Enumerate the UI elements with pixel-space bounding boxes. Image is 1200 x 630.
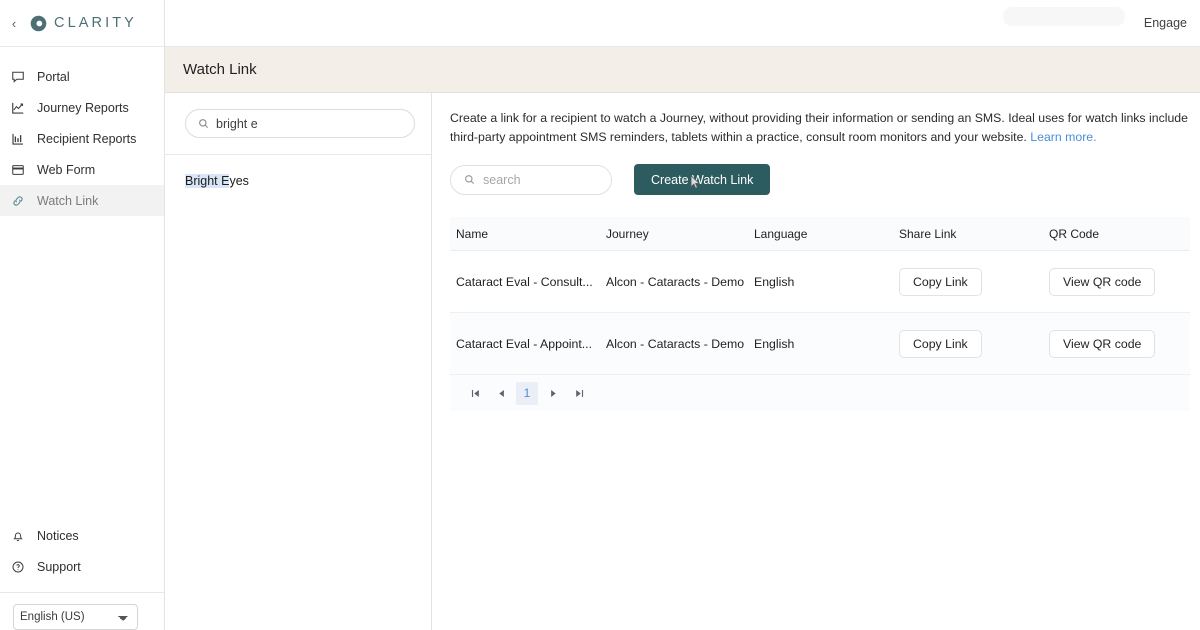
cell-language: English — [754, 336, 795, 351]
brand-logo[interactable]: CLARITY — [30, 15, 137, 32]
list-item-label-highlight: Bright E — [185, 174, 230, 188]
copy-link-button[interactable]: Copy Link — [899, 329, 982, 358]
sidebar-nav: Portal Journey Reports Recipient Reports… — [0, 47, 164, 216]
engage-menu[interactable]: Engage — [1144, 16, 1187, 30]
eye-circle-logo-icon — [30, 15, 47, 31]
sidebar-item-recipient-reports[interactable]: Recipient Reports — [0, 123, 164, 154]
page-first-icon[interactable] — [464, 382, 486, 404]
sidebar-item-portal[interactable]: Portal — [0, 61, 164, 92]
watch-link-search-input[interactable] — [483, 172, 598, 187]
sidebar-item-watch-link[interactable]: Watch Link — [0, 185, 164, 216]
account-search-input[interactable] — [216, 116, 402, 131]
table-row[interactable]: Cataract Eval - Consult... Alcon - Catar… — [450, 251, 1190, 313]
watch-link-search-box[interactable] — [450, 164, 612, 195]
content-toolbar: Create Watch Link — [450, 164, 1200, 195]
language-selector-wrap: English (US) — [0, 592, 164, 630]
cell-share-link: Copy Link — [893, 267, 1043, 296]
page-next-icon[interactable] — [542, 382, 564, 404]
table-pagination: 1 — [450, 375, 1190, 411]
sidebar-item-label: Notices — [37, 528, 79, 543]
sidebar-item-label: Web Form — [37, 162, 96, 177]
account-results-list: Bright Eyes — [165, 155, 431, 190]
cell-journey: Alcon - Cataracts - Demo — [606, 336, 745, 351]
watch-links-table: Name Journey Language Share Link QR Code… — [450, 217, 1190, 411]
list-item[interactable]: Bright Eyes — [165, 172, 431, 190]
table-header-row: Name Journey Language Share Link QR Code — [450, 217, 1190, 251]
sidebar-item-web-form[interactable]: Web Form — [0, 154, 164, 185]
column-header-qr-code: QR Code — [1049, 226, 1100, 241]
sidebar-item-notices[interactable]: Notices — [0, 520, 164, 551]
sidebar-item-journey-reports[interactable]: Journey Reports — [0, 92, 164, 123]
page-prev-icon[interactable] — [490, 382, 512, 404]
sidebar-item-support[interactable]: Support — [0, 551, 164, 582]
page-header: Watch Link — [165, 47, 1200, 93]
search-icon — [464, 174, 475, 185]
sidebar-brand-row: ‹ CLARITY — [0, 0, 164, 47]
question-circle-icon — [10, 559, 25, 574]
page-description: Create a link for a recipient to watch a… — [450, 109, 1192, 146]
line-chart-icon — [10, 100, 25, 115]
account-search-box[interactable] — [185, 109, 415, 138]
cell-name: Cataract Eval - Consult... — [456, 274, 593, 289]
bar-chart-icon — [10, 131, 25, 146]
account-search-wrap — [165, 93, 431, 154]
cell-share-link: Copy Link — [893, 329, 1043, 358]
app-root: ‹ CLARITY Portal Journey Reports Recipie… — [0, 0, 1200, 630]
topbar-placeholder-block — [1003, 7, 1125, 26]
column-header-share-link: Share Link — [899, 226, 957, 241]
learn-more-link[interactable]: Learn more. — [1030, 130, 1096, 144]
cell-qr-code: View QR code — [1043, 267, 1190, 296]
list-item-label-rest: yes — [229, 174, 249, 188]
cell-journey: Alcon - Cataracts - Demo — [606, 274, 745, 289]
sidebar-bottom-nav: Notices Support — [0, 520, 164, 592]
view-qr-code-button[interactable]: View QR code — [1049, 267, 1156, 296]
sidebar-item-label: Recipient Reports — [37, 131, 137, 146]
sidebar-item-label: Watch Link — [37, 193, 99, 208]
cell-name: Cataract Eval - Appoint... — [456, 336, 593, 351]
column-header-language: Language — [754, 226, 808, 241]
search-icon — [198, 118, 209, 129]
account-list-panel: Bright Eyes — [165, 93, 432, 630]
sidebar-item-label: Support — [37, 559, 81, 574]
page-last-icon[interactable] — [568, 382, 590, 404]
column-header-name: Name — [456, 226, 489, 241]
column-header-journey: Journey — [606, 226, 649, 241]
chain-link-icon — [10, 193, 25, 208]
table-row[interactable]: Cataract Eval - Appoint... Alcon - Catar… — [450, 313, 1190, 375]
sidebar-item-label: Portal — [37, 69, 70, 84]
browser-window-icon — [10, 162, 25, 177]
cell-qr-code: View QR code — [1043, 329, 1190, 358]
create-watch-link-label: Create Watch Link — [651, 172, 754, 187]
create-watch-link-button[interactable]: Create Watch Link — [634, 164, 771, 195]
language-select[interactable]: English (US) — [13, 604, 138, 630]
watch-link-content: Create a link for a recipient to watch a… — [432, 93, 1200, 630]
top-bar: Engage — [165, 0, 1200, 47]
brand-name: CLARITY — [54, 15, 137, 31]
speech-bubble-icon — [10, 69, 25, 84]
main-region: Engage Watch Link bright e Bright E yes … — [165, 0, 1200, 630]
copy-link-button[interactable]: Copy Link — [899, 267, 982, 296]
sidebar: ‹ CLARITY Portal Journey Reports Recipie… — [0, 0, 165, 630]
page-title: Watch Link — [183, 61, 257, 78]
bell-icon — [10, 528, 25, 543]
sidebar-item-label: Journey Reports — [37, 100, 129, 115]
cell-language: English — [754, 274, 795, 289]
page-number-1[interactable]: 1 — [516, 381, 538, 405]
view-qr-code-button[interactable]: View QR code — [1049, 329, 1156, 358]
page-body: Bright Eyes Create a link for a recipien… — [165, 93, 1200, 630]
chevron-left-icon[interactable]: ‹ — [6, 15, 22, 31]
